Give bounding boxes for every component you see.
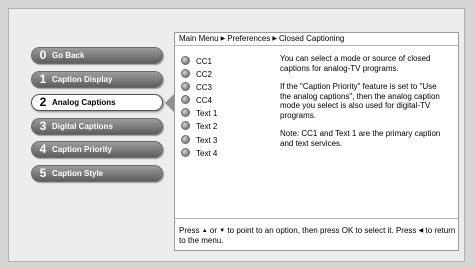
option-cc1[interactable]: CC1 (181, 55, 217, 68)
breadcrumb: Main Menu ▶ Preferences ▶ Closed Captioning (175, 33, 458, 46)
breadcrumb-arrow-icon: ▶ (220, 36, 226, 42)
menu-item-label: Go Back (52, 51, 85, 60)
menu-item-number: 2 (39, 95, 47, 110)
radio-icon (181, 69, 190, 79)
footer-text: to point to an option, then press OK to … (227, 226, 417, 235)
radio-icon (181, 147, 190, 157)
description-paragraph: Note: CC1 and Text 1 are the primary cap… (280, 129, 441, 148)
down-arrow-icon: ▼ (219, 228, 226, 234)
description-paragraph: You can select a mode or source of close… (280, 54, 431, 73)
radio-icon (181, 82, 190, 92)
breadcrumb-item: Closed Captioning (278, 34, 345, 43)
menu-item-number: 3 (39, 118, 47, 133)
radio-icon (181, 134, 190, 144)
radio-icon (181, 56, 190, 65)
radio-icon (181, 95, 190, 105)
option-cc3[interactable]: CC3 (181, 81, 217, 94)
radio-icon (181, 108, 190, 118)
option-label: CC2 (196, 70, 213, 80)
menu-item-number: 4 (39, 142, 47, 157)
menu-item-caption-priority[interactable]: 4 Caption Priority (31, 141, 163, 159)
option-label: Text 1 (196, 109, 218, 119)
radio-icon (181, 121, 190, 131)
help-description: You can select a mode or source of close… (280, 54, 445, 157)
option-cc2[interactable]: CC2 (181, 68, 217, 81)
menu-item-number: 0 (39, 48, 47, 62)
preferences-menu: 0 Go Back 1 Caption Display 2 Analog Captio… (31, 47, 163, 189)
option-label: CC3 (196, 83, 213, 93)
closed-captioning-panel: Main Menu ▶ Preferences ▶ Closed Captioning … (174, 32, 459, 251)
caption-mode-options: CC1 CC2 CC3 CC4 Text 1 Text 2 Text 3 Tex… (181, 55, 217, 160)
menu-item-label: Caption Priority (52, 145, 113, 155)
option-label: Text 2 (196, 122, 218, 132)
menu-item-number: 1 (39, 71, 47, 86)
option-label: CC4 (196, 96, 213, 106)
option-label: CC1 (196, 57, 213, 66)
instructions-footer: Press ▲ or ▼ to point to an option, then… (175, 218, 458, 250)
breadcrumb-arrow-icon: ▶ (272, 36, 277, 42)
selection-pointer-icon (165, 94, 174, 112)
tv-screen: 0 Go Back 1 Caption Display 2 Analog Captio… (8, 8, 465, 262)
menu-item-go-back[interactable]: 0 Go Back (31, 47, 163, 64)
option-text-1[interactable]: Text 1 (181, 107, 217, 120)
menu-item-caption-display[interactable]: 1 Caption Display (31, 70, 163, 88)
footer-text: Press (179, 226, 200, 235)
option-text-4[interactable]: Text 4 (181, 147, 217, 160)
option-text-2[interactable]: Text 2 (181, 120, 217, 133)
menu-item-label: Caption Style (52, 168, 104, 178)
menu-item-label: Caption Display (52, 74, 113, 84)
left-arrow-icon: ◀ (418, 228, 424, 234)
menu-item-number: 5 (39, 165, 47, 180)
footer-text: or (209, 226, 217, 235)
option-cc4[interactable]: CC4 (181, 94, 217, 107)
up-arrow-icon: ▲ (201, 228, 208, 234)
option-text-3[interactable]: Text 3 (181, 134, 217, 147)
option-label: Text 3 (196, 135, 218, 145)
menu-item-label: Analog Captions (52, 98, 116, 108)
menu-item-label: Digital Captions (52, 121, 113, 131)
menu-item-digital-captions[interactable]: 3 Digital Captions (31, 117, 163, 135)
menu-item-caption-style[interactable]: 5 Caption Style (31, 164, 163, 182)
description-paragraph: If the "Caption Priority" feature is set… (280, 82, 440, 120)
option-label: Text 4 (196, 148, 218, 158)
menu-item-analog-captions[interactable]: 2 Analog Captions (31, 94, 163, 112)
breadcrumb-item: Main Menu (179, 34, 219, 43)
breadcrumb-item: Preferences (227, 34, 271, 43)
